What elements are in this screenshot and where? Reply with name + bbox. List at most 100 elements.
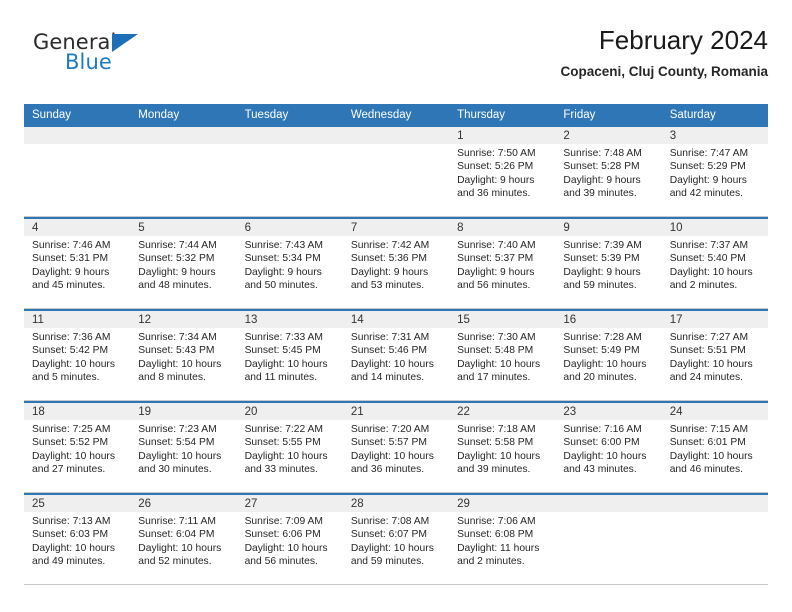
day-info-line: and 59 minutes. (563, 280, 637, 292)
day-number: 1 (449, 127, 556, 144)
day-sun-info: Sunrise: 7:09 AM Sunset: 6:06 PM Daylight:… (237, 512, 343, 569)
day-info-line: Sunset: 5:55 PM (244, 437, 321, 449)
day-sun-info (343, 144, 449, 147)
day-sun-info: Sunrise: 7:46 AM Sunset: 5:31 PM Daylight:… (24, 236, 130, 293)
calendar-day-cell[interactable]: 21 Sunrise: 7:20 AM Sunset: 5:57 PM Dayligh… (342, 403, 450, 492)
day-info-line: and 14 minutes. (350, 372, 425, 384)
calendar-day-cell[interactable]: 24 Sunrise: 7:15 AM Sunset: 6:01 PM Dayligh… (661, 403, 768, 492)
day-sun-info: Sunrise: 7:25 AM Sunset: 5:52 PM Daylight:… (24, 420, 130, 477)
day-sun-info: Sunrise: 7:47 AM Sunset: 5:29 PM Daylight:… (662, 144, 768, 201)
calendar-day-cell[interactable]: 1 Sunrise: 7:50 AM Sunset: 5:26 PM Daylight… (449, 127, 556, 216)
day-info-line: and 27 minutes. (32, 464, 106, 476)
day-sun-info: Sunrise: 7:18 AM Sunset: 5:58 PM Daylight:… (449, 420, 555, 477)
calendar-day-cell[interactable]: 16 Sunrise: 7:28 AM Sunset: 5:49 PM Dayligh… (555, 311, 662, 400)
day-info-line: Sunrise: 7:40 AM (457, 240, 536, 251)
calendar-day-cell[interactable]: 7 Sunrise: 7:42 AM Sunset: 5:36 PM Daylight… (342, 219, 450, 308)
day-info-line: Sunset: 6:04 PM (138, 529, 215, 541)
day-number (130, 127, 237, 144)
day-info-line: and 36 minutes. (350, 464, 425, 476)
calendar-day-cell[interactable]: 10 Sunrise: 7:37 AM Sunset: 5:40 PM Dayligh… (661, 219, 768, 308)
day-info-line: and 42 minutes. (669, 188, 743, 200)
day-info-line: Sunrise: 7:50 AM (457, 148, 536, 159)
calendar-day-cell[interactable]: 14 Sunrise: 7:31 AM Sunset: 5:46 PM Dayligh… (342, 311, 450, 400)
calendar-day-cell[interactable]: 9 Sunrise: 7:39 AM Sunset: 5:39 PM Daylight… (555, 219, 662, 308)
calendar-cell-empty (236, 127, 343, 216)
day-info-line: Sunset: 5:57 PM (350, 437, 427, 449)
day-number: 27 (236, 495, 343, 512)
calendar-day-cell[interactable]: 12 Sunrise: 7:34 AM Sunset: 5:43 PM Dayligh… (130, 311, 237, 400)
calendar-day-cell[interactable]: 17 Sunrise: 7:27 AM Sunset: 5:51 PM Dayligh… (661, 311, 768, 400)
calendar-page: General Blue February 2024 Copaceni, Clu… (0, 0, 792, 612)
day-info-line: Sunrise: 7:13 AM (32, 516, 111, 527)
day-sun-info: Sunrise: 7:42 AM Sunset: 5:36 PM Daylight:… (343, 236, 449, 293)
day-number: 29 (449, 495, 556, 512)
day-info-line: and 20 minutes. (563, 372, 637, 384)
calendar-day-cell[interactable]: 11 Sunrise: 7:36 AM Sunset: 5:42 PM Dayligh… (24, 311, 131, 400)
day-number (236, 127, 343, 144)
calendar-day-cell[interactable]: 27 Sunrise: 7:09 AM Sunset: 6:06 PM Dayligh… (236, 495, 343, 584)
day-number: 23 (555, 403, 662, 420)
calendar-day-cell[interactable]: 28 Sunrise: 7:08 AM Sunset: 6:07 PM Dayligh… (342, 495, 450, 584)
day-number: 22 (449, 403, 556, 420)
calendar-day-cell[interactable]: 5 Sunrise: 7:44 AM Sunset: 5:32 PM Daylight… (130, 219, 237, 308)
day-info-line: Daylight: 9 hours (563, 174, 641, 186)
calendar-day-cell[interactable]: 22 Sunrise: 7:18 AM Sunset: 5:58 PM Dayligh… (449, 403, 556, 492)
calendar-day-cell[interactable]: 6 Sunrise: 7:43 AM Sunset: 5:34 PM Daylight… (236, 219, 343, 308)
day-number: 4 (24, 219, 131, 236)
calendar-day-cell[interactable]: 3 Sunrise: 7:47 AM Sunset: 5:29 PM Daylight… (661, 127, 768, 216)
calendar-day-cell[interactable]: 25 Sunrise: 7:13 AM Sunset: 6:03 PM Dayligh… (24, 495, 131, 584)
day-info-line: Sunset: 5:26 PM (457, 161, 534, 173)
day-info-line: Sunrise: 7:43 AM (244, 240, 323, 251)
day-info-line: Daylight: 9 hours (457, 174, 535, 186)
day-number: 19 (130, 403, 237, 420)
calendar-day-cell[interactable]: 26 Sunrise: 7:11 AM Sunset: 6:04 PM Dayligh… (130, 495, 237, 584)
day-info-line: Sunset: 5:42 PM (32, 345, 109, 357)
day-info-line: and 52 minutes. (138, 556, 212, 568)
day-sun-info: Sunrise: 7:39 AM Sunset: 5:39 PM Daylight:… (555, 236, 661, 293)
calendar-day-cell[interactable]: 15 Sunrise: 7:30 AM Sunset: 5:48 PM Dayligh… (449, 311, 556, 400)
day-sun-info: Sunrise: 7:22 AM Sunset: 5:55 PM Daylight:… (237, 420, 343, 477)
day-info-line: and 39 minutes. (457, 464, 531, 476)
day-number: 2 (555, 127, 662, 144)
day-sun-info: Sunrise: 7:30 AM Sunset: 5:48 PM Daylight:… (449, 328, 555, 385)
day-sun-info: Sunrise: 7:34 AM Sunset: 5:43 PM Daylight:… (130, 328, 236, 385)
calendar-day-cell[interactable]: 8 Sunrise: 7:40 AM Sunset: 5:37 PM Daylight… (449, 219, 556, 308)
calendar-week-row: 1 Sunrise: 7:50 AM Sunset: 5:26 PM Daylight… (24, 127, 768, 217)
day-number: 14 (342, 311, 450, 328)
calendar-day-cell[interactable]: 2 Sunrise: 7:48 AM Sunset: 5:28 PM Daylight… (555, 127, 662, 216)
day-number (342, 127, 450, 144)
day-sun-info: Sunrise: 7:28 AM Sunset: 5:49 PM Daylight:… (555, 328, 661, 385)
calendar-day-cell[interactable]: 20 Sunrise: 7:22 AM Sunset: 5:55 PM Dayligh… (236, 403, 343, 492)
day-info-line: and 11 minutes. (244, 372, 318, 384)
day-info-line: Sunrise: 7:23 AM (138, 424, 217, 435)
calendar-cell-empty (342, 127, 450, 216)
day-info-line: Daylight: 10 hours (32, 358, 115, 370)
calendar-day-cell[interactable]: 23 Sunrise: 7:16 AM Sunset: 6:00 PM Dayligh… (555, 403, 662, 492)
calendar-day-cell[interactable]: 19 Sunrise: 7:23 AM Sunset: 5:54 PM Dayligh… (130, 403, 237, 492)
day-number: 6 (236, 219, 343, 236)
calendar-grid: Sunday Monday Tuesday Wednesday Thursday Frid… (24, 104, 768, 585)
day-sun-info (662, 512, 768, 515)
calendar-day-cell[interactable]: 4 Sunrise: 7:46 AM Sunset: 5:31 PM Daylight… (24, 219, 131, 308)
calendar-day-cell[interactable]: 13 Sunrise: 7:33 AM Sunset: 5:45 PM Dayligh… (236, 311, 343, 400)
day-info-line: Daylight: 9 hours (350, 266, 429, 278)
day-info-line: Sunset: 5:28 PM (563, 161, 640, 173)
day-info-line: Sunset: 5:54 PM (138, 437, 215, 449)
calendar-weeks: 1 Sunrise: 7:50 AM Sunset: 5:26 PM Daylight… (24, 127, 768, 585)
day-info-line: Daylight: 10 hours (563, 450, 647, 462)
day-sun-info: Sunrise: 7:43 AM Sunset: 5:34 PM Daylight:… (237, 236, 343, 293)
calendar-day-cell[interactable]: 29 Sunrise: 7:06 AM Sunset: 6:08 PM Dayligh… (449, 495, 556, 584)
day-info-line: and 56 minutes. (244, 556, 318, 568)
page-title: February 2024 (598, 25, 768, 55)
day-number (555, 495, 662, 512)
day-info-line: Sunset: 5:39 PM (563, 253, 640, 265)
day-info-line: Sunset: 5:31 PM (32, 253, 109, 265)
day-sun-info: Sunrise: 7:44 AM Sunset: 5:32 PM Daylight:… (130, 236, 236, 293)
general-blue-logo[interactable]: General Blue (33, 32, 213, 88)
day-info-line: Daylight: 11 hours (457, 542, 540, 554)
day-info-line: Sunset: 5:36 PM (350, 253, 427, 265)
day-number: 5 (130, 219, 237, 236)
day-info-line: and 8 minutes. (138, 372, 206, 384)
day-info-line: Sunset: 5:29 PM (669, 161, 746, 173)
calendar-day-cell[interactable]: 18 Sunrise: 7:25 AM Sunset: 5:52 PM Dayligh… (24, 403, 131, 492)
